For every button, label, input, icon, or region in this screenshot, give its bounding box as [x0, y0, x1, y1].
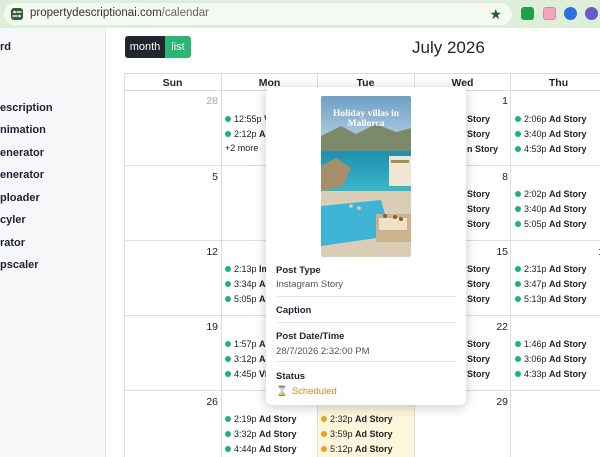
post-date-value: 28/7/2026 2:32:00 PM: [276, 346, 370, 357]
calendar-event[interactable]: 2:02p Ad Story: [515, 189, 587, 199]
site-settings-icon[interactable]: [10, 7, 24, 21]
calendar-event[interactable]: Story: [467, 294, 490, 304]
calendar-event[interactable]: Story: [467, 114, 490, 124]
grid-line: [510, 73, 511, 457]
bookmark-star-icon[interactable]: ★: [489, 6, 502, 22]
calendar-event[interactable]: Story: [467, 219, 490, 229]
calendar-event[interactable]: 5:05p Ad: [225, 294, 271, 304]
calendar-event[interactable]: 4:44p Ad Story: [225, 444, 297, 454]
sidebar-item[interactable]: cyler: [0, 214, 26, 226]
month-view-button[interactable]: month: [125, 36, 165, 58]
calendar-event[interactable]: 3:32p Ad Story: [225, 429, 297, 439]
sidebar-item[interactable]: enerator: [0, 147, 44, 159]
sidebar-item[interactable]: escription: [0, 102, 53, 114]
weekday-sun: Sun: [162, 77, 183, 89]
sidebar-item[interactable]: nimation: [0, 124, 46, 136]
day-number: 15: [496, 246, 508, 258]
calendar-event[interactable]: 1:57p Ad: [225, 339, 271, 349]
calendar-event[interactable]: 3:47p Ad Story: [515, 279, 587, 289]
calendar-event[interactable]: 3:12p Ad: [225, 354, 271, 364]
grid-line: [124, 73, 125, 457]
list-view-button[interactable]: list: [165, 36, 191, 58]
post-image-caption: Holiday villas in Mallorca: [333, 109, 399, 129]
calendar-event[interactable]: Story: [467, 339, 490, 349]
calendar-event[interactable]: 2:19p Ad Story: [225, 414, 297, 424]
grid-line: [221, 73, 222, 457]
caption-label: Caption: [276, 305, 312, 316]
day-number: 12: [206, 246, 218, 258]
status-text: Scheduled: [291, 386, 337, 397]
sidebar-item[interactable]: rator: [0, 237, 25, 249]
calendar-event[interactable]: 1:46p Ad Story: [515, 339, 587, 349]
hourglass-icon: ⌛: [276, 386, 288, 397]
calendar-event[interactable]: 5:12p Ad Story: [321, 444, 393, 454]
day-number: 19: [206, 321, 218, 333]
calendar-event[interactable]: 2:32p Ad Story: [321, 414, 393, 424]
url-text: propertydescriptionai.com/calendar: [30, 7, 209, 19]
more-events-link[interactable]: +2 more: [225, 143, 258, 153]
day-number: 5: [212, 171, 218, 183]
address-bar[interactable]: propertydescriptionai.com/calendar ★: [4, 3, 512, 25]
calendar-event[interactable]: 5:05p Ad Story: [515, 219, 587, 229]
browser-toolbar: propertydescriptionai.com/calendar ★: [0, 0, 600, 28]
sidebar: rd escription nimation enerator enerator…: [0, 28, 106, 457]
status-label: Status: [276, 371, 306, 382]
calendar-event[interactable]: 2:31p Ad Story: [515, 264, 587, 274]
post-date-label: Post Date/Time: [276, 331, 345, 342]
calendar-event[interactable]: 3:06p Ad Story: [515, 354, 587, 364]
day-number: 26: [206, 396, 218, 408]
divider: [276, 322, 456, 323]
calendar-event[interactable]: Story: [467, 369, 490, 379]
calendar-event[interactable]: 5:13p Ad Story: [515, 294, 587, 304]
month-title: July 2026: [412, 38, 485, 57]
extension-icon[interactable]: [564, 7, 577, 20]
calendar-event[interactable]: 2:12p Ad: [225, 129, 271, 139]
day-number: 8: [502, 171, 508, 183]
extension-icon[interactable]: [521, 7, 534, 20]
divider: [276, 361, 456, 362]
day-number: 1: [584, 246, 600, 258]
extension-icon[interactable]: [543, 7, 556, 20]
sidebar-item[interactable]: ploader: [0, 192, 40, 204]
calendar-event[interactable]: Story: [467, 129, 490, 139]
calendar-event[interactable]: 3:40p Ad Story: [515, 204, 587, 214]
post-type-label: Post Type: [276, 265, 321, 276]
day-number: 1: [502, 95, 508, 107]
url-path: /calendar: [161, 7, 209, 19]
calendar-event[interactable]: 3:59p Ad Story: [321, 429, 393, 439]
url-host: propertydescriptionai.com: [30, 7, 162, 19]
calendar-event[interactable]: 4:53p Ad Story: [515, 144, 587, 154]
extension-icon[interactable]: [585, 7, 598, 20]
calendar-event[interactable]: 3:34p Ad: [225, 279, 271, 289]
day-number: 29: [496, 396, 508, 408]
day-number: 28: [206, 95, 218, 107]
calendar-event[interactable]: n Story: [467, 144, 498, 154]
weekday-thu: Thu: [548, 77, 569, 89]
calendar-event[interactable]: Story: [467, 279, 490, 289]
calendar-event[interactable]: 3:40p Ad Story: [515, 129, 587, 139]
divider: [276, 296, 456, 297]
sidebar-item[interactable]: enerator: [0, 169, 44, 181]
day-number: 22: [496, 321, 508, 333]
calendar-event[interactable]: Story: [467, 354, 490, 364]
post-type-value: Instagram Story: [276, 279, 344, 290]
calendar-event[interactable]: Story: [467, 204, 490, 214]
calendar-event[interactable]: 2:06p Ad Story: [515, 114, 587, 124]
post-preview-image[interactable]: Holiday villas in Mallorca: [321, 96, 411, 257]
calendar-event[interactable]: 4:33p Ad Story: [515, 369, 587, 379]
event-detail-popover: Holiday villas in Mallorca Post Type Ins…: [266, 87, 466, 405]
sidebar-item[interactable]: rd: [0, 41, 11, 53]
status-value: ⌛ Scheduled: [276, 386, 337, 397]
calendar-event[interactable]: Story: [467, 264, 490, 274]
calendar-event[interactable]: Story: [467, 189, 490, 199]
sidebar-item[interactable]: pscaler: [0, 259, 39, 271]
